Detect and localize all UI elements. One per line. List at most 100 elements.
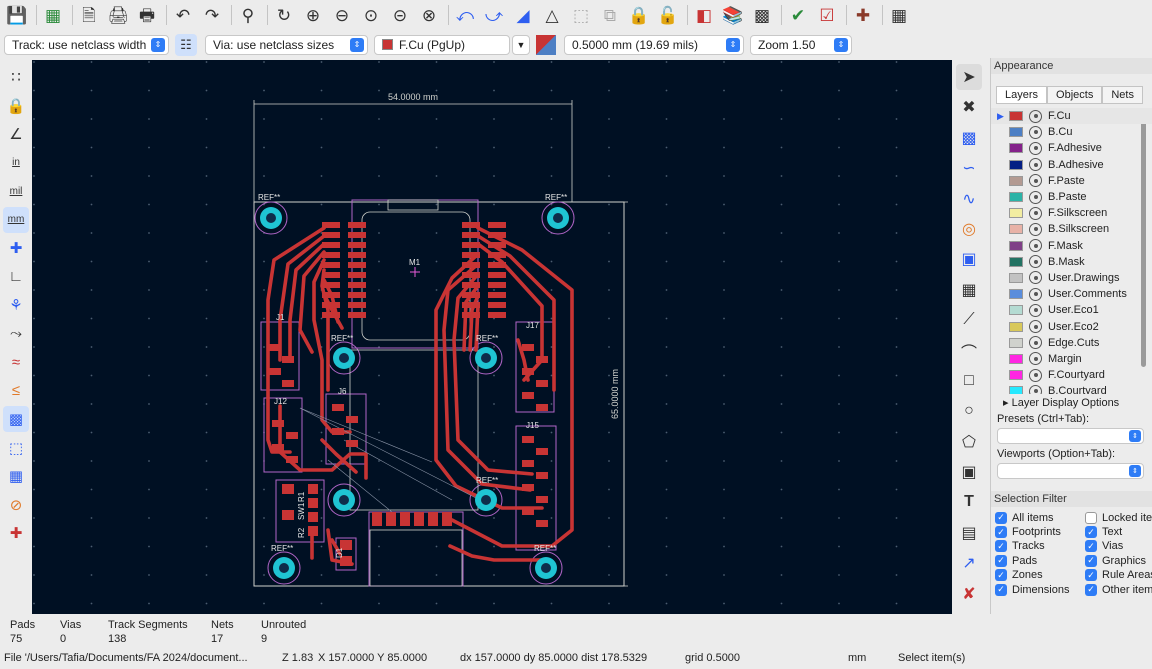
- eye-icon[interactable]: [1029, 255, 1042, 269]
- cursor-crosshair-icon[interactable]: ✚: [3, 235, 29, 261]
- checkbox[interactable]: ✓: [995, 554, 1007, 567]
- save-icon[interactable]: 💾: [4, 2, 30, 28]
- layer-color-swatch[interactable]: [1009, 370, 1023, 381]
- route-track-icon[interactable]: ∽: [956, 155, 982, 181]
- layer-row[interactable]: F.Mask: [991, 238, 1152, 254]
- eye-icon[interactable]: [1029, 174, 1042, 188]
- eye-icon[interactable]: [1029, 125, 1042, 139]
- zoom-objects-icon[interactable]: ⊝: [387, 2, 413, 28]
- selection-filter-item[interactable]: ✓ Other items: [1085, 583, 1152, 596]
- add-zone-icon[interactable]: ▣: [956, 246, 982, 272]
- plot-icon[interactable]: 🖶: [134, 2, 160, 28]
- highlight-net-icon[interactable]: ≈: [3, 349, 29, 375]
- curved-ratsnest-icon[interactable]: ⤳: [3, 321, 29, 347]
- track-width-select[interactable]: Track: use netclass width ⇕: [4, 34, 169, 55]
- eye-icon[interactable]: [1029, 320, 1042, 334]
- eye-icon[interactable]: [1029, 141, 1042, 155]
- layer-row[interactable]: B.Paste: [991, 189, 1152, 205]
- tab-objects[interactable]: Objects: [1047, 86, 1103, 104]
- board-setup-icon[interactable]: ▦: [40, 2, 66, 28]
- selection-filter-item[interactable]: ✓ All items: [995, 511, 1085, 524]
- tab-nets[interactable]: Nets: [1102, 86, 1143, 104]
- layer-color-swatch[interactable]: [1009, 111, 1023, 122]
- checkbox[interactable]: ✓: [995, 583, 1007, 596]
- eye-icon[interactable]: [1029, 384, 1042, 394]
- layer-color-swatch[interactable]: [1009, 159, 1023, 170]
- checkbox[interactable]: ✓: [1085, 583, 1097, 596]
- viewports-select[interactable]: ⇕: [997, 463, 1144, 479]
- print-icon[interactable]: 🖨: [105, 2, 131, 28]
- lock-icon[interactable]: 🔒: [626, 2, 652, 28]
- mirror-v-icon[interactable]: △: [539, 2, 565, 28]
- group-icon[interactable]: ⬚: [568, 2, 594, 28]
- grid-select[interactable]: 0.5000 mm (19.69 mils) ⇕: [564, 34, 744, 55]
- layer-color-swatch[interactable]: [1009, 272, 1023, 283]
- layer-color-swatch[interactable]: [1009, 256, 1023, 267]
- layer-display-options[interactable]: ▸ Layer Display Options: [991, 394, 1152, 409]
- ratsnest-icon[interactable]: ⚘: [3, 292, 29, 318]
- angle-snap-icon[interactable]: ∟: [3, 264, 29, 290]
- find-icon[interactable]: ⚲: [235, 2, 261, 28]
- eye-icon[interactable]: [1029, 368, 1042, 382]
- draw-circle-icon[interactable]: ○: [956, 398, 982, 424]
- selection-filter-item[interactable]: ✓ Vias: [1085, 540, 1152, 553]
- layer-row[interactable]: F.Adhesive: [991, 140, 1152, 156]
- layer-color-swatch[interactable]: [1009, 289, 1023, 300]
- mirror-h-icon[interactable]: ◢: [510, 2, 536, 28]
- zone-outline-icon[interactable]: ⬚: [3, 435, 29, 461]
- eye-icon[interactable]: [1029, 190, 1042, 204]
- checkbox[interactable]: ✓: [995, 540, 1007, 553]
- add-text-icon[interactable]: T: [956, 489, 982, 515]
- units-mil-button[interactable]: mil: [3, 178, 29, 204]
- pcb-canvas[interactable]: 54.0000 mm 65.0000 mm REF** REF** REF** …: [32, 60, 952, 614]
- eye-icon[interactable]: [1029, 206, 1042, 220]
- local-ratsnest-icon[interactable]: ✖: [956, 94, 982, 120]
- layer-row[interactable]: F.Courtyard: [991, 367, 1152, 383]
- rotate-cw-icon[interactable]: ⤻: [481, 2, 507, 28]
- layer-row[interactable]: User.Eco2: [991, 318, 1152, 334]
- add-image-icon[interactable]: ▣: [956, 459, 982, 485]
- polar-coords-icon[interactable]: ∠: [3, 121, 29, 147]
- grid-dots-icon[interactable]: ∷: [3, 64, 29, 90]
- tab-layers[interactable]: Layers: [996, 86, 1048, 104]
- checkbox[interactable]: ✓: [1085, 526, 1097, 539]
- draw-arc-icon[interactable]: ⌒: [956, 338, 982, 364]
- footprint-browser-icon[interactable]: 📚: [720, 2, 746, 28]
- eye-icon[interactable]: [1029, 303, 1042, 317]
- layer-row[interactable]: F.Paste: [991, 173, 1152, 189]
- selection-filter-item[interactable]: ✓ Tracks: [995, 540, 1085, 553]
- checkbox[interactable]: ✓: [1085, 554, 1097, 567]
- unlock-icon[interactable]: 🔓: [655, 2, 681, 28]
- auto-track-width-icon[interactable]: ☷: [175, 33, 197, 56]
- pad-fill-icon[interactable]: ▩: [3, 406, 29, 432]
- netlist-icon[interactable]: ◧: [691, 2, 717, 28]
- eye-icon[interactable]: [1029, 271, 1042, 285]
- pcb-drawing[interactable]: 54.0000 mm 65.0000 mm REF** REF** REF** …: [32, 60, 952, 614]
- selection-filter-item[interactable]: ✓ Dimensions: [995, 583, 1085, 596]
- layer-row[interactable]: B.Courtyard: [991, 383, 1152, 394]
- layer-row[interactable]: B.Silkscreen: [991, 221, 1152, 237]
- layer-row[interactable]: B.Adhesive: [991, 157, 1152, 173]
- layer-row[interactable]: Margin: [991, 351, 1152, 367]
- rule-area-icon[interactable]: ▦: [956, 277, 982, 303]
- layer-row[interactable]: User.Eco1: [991, 302, 1152, 318]
- layer-row[interactable]: Edge.Cuts: [991, 335, 1152, 351]
- layer-color-swatch[interactable]: [1009, 321, 1023, 332]
- zoom-fit-icon[interactable]: ⊙: [358, 2, 384, 28]
- selection-filter-item[interactable]: ✓ Rule Areas: [1085, 569, 1152, 582]
- eye-icon[interactable]: [1029, 287, 1042, 301]
- draw-line-icon[interactable]: ⟋: [956, 307, 982, 333]
- delete-tool-icon[interactable]: ✘: [956, 581, 982, 607]
- layer-row[interactable]: User.Comments: [991, 286, 1152, 302]
- checkbox[interactable]: ✓: [995, 511, 1007, 524]
- selection-filter-item[interactable]: ✓ Pads: [995, 554, 1085, 567]
- checkbox[interactable]: [1085, 511, 1097, 524]
- layer-color-swatch[interactable]: [1009, 208, 1023, 219]
- layer-row[interactable]: B.Mask: [991, 254, 1152, 270]
- drc-icon[interactable]: ✔: [785, 2, 811, 28]
- draw-polygon-icon[interactable]: ⬠: [956, 429, 982, 455]
- checkbox[interactable]: ✓: [1085, 540, 1097, 553]
- zoom-selection-icon[interactable]: ⊗: [416, 2, 442, 28]
- units-inch-button[interactable]: in: [3, 150, 29, 176]
- eye-icon[interactable]: [1029, 109, 1042, 123]
